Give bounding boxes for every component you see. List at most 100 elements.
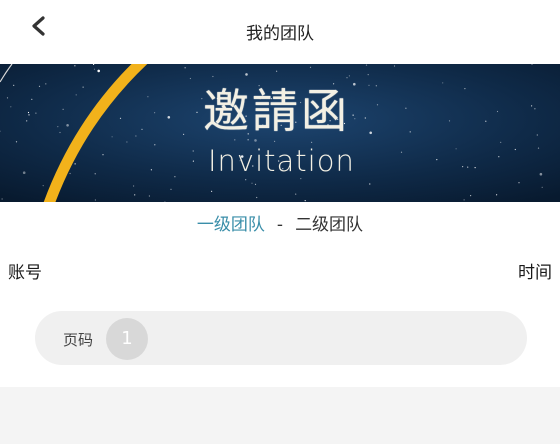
star (405, 107, 407, 109)
star (276, 70, 278, 72)
star (346, 77, 348, 79)
star (134, 194, 136, 196)
star (135, 135, 137, 137)
star (309, 66, 312, 68)
page-title: 我的团队 (246, 24, 314, 44)
star (247, 139, 249, 141)
star (393, 65, 396, 67)
star (94, 199, 96, 201)
star (514, 148, 516, 151)
star (31, 98, 33, 100)
star (184, 67, 186, 69)
star (354, 118, 356, 120)
star (1, 198, 3, 200)
star (485, 120, 487, 122)
star (498, 156, 500, 158)
star (150, 169, 152, 171)
star (537, 147, 540, 149)
tab-level-two-team[interactable]: 二级团队 (295, 215, 363, 235)
star (62, 108, 64, 110)
star (42, 185, 44, 187)
star (256, 196, 258, 199)
star (189, 77, 191, 80)
star (74, 163, 76, 165)
pagination-label: 页码 (63, 331, 94, 349)
star (436, 159, 438, 161)
star (376, 104, 379, 106)
star (82, 86, 84, 88)
star (27, 111, 30, 114)
star (74, 65, 76, 67)
star (539, 172, 543, 176)
star (141, 128, 143, 130)
star (93, 68, 96, 70)
star (183, 133, 185, 135)
star (353, 82, 356, 86)
star (170, 188, 172, 190)
star (448, 120, 451, 122)
star (212, 75, 214, 78)
star (26, 120, 28, 122)
star (245, 73, 248, 76)
star (534, 108, 536, 110)
star (274, 140, 276, 142)
star (147, 96, 149, 98)
star (369, 131, 373, 135)
star (6, 97, 9, 99)
star (474, 167, 476, 169)
star (518, 182, 520, 184)
star (462, 166, 464, 168)
star (154, 144, 156, 146)
star (174, 176, 176, 178)
star (15, 141, 18, 143)
star (45, 83, 47, 85)
star (211, 190, 213, 192)
star (75, 94, 77, 96)
team-level-tabs: 一级团队 - 二级团队 (0, 214, 560, 236)
star (500, 141, 502, 143)
star (311, 141, 313, 143)
tab-separator: - (276, 215, 284, 235)
star (111, 136, 113, 138)
star (94, 173, 96, 175)
star (192, 160, 194, 162)
banner-title-chinese: 邀請函 (203, 84, 350, 138)
star (536, 134, 538, 136)
star (251, 182, 253, 184)
star (442, 82, 444, 84)
header-bar: 我的团队 (0, 0, 560, 64)
star (35, 112, 37, 114)
star (57, 126, 59, 128)
star (496, 110, 499, 113)
star (245, 179, 247, 181)
star (38, 85, 41, 87)
star (192, 150, 194, 152)
page-number-button[interactable]: 1 (106, 318, 148, 360)
star (254, 139, 257, 142)
star (10, 106, 12, 108)
star (400, 151, 403, 153)
star (531, 105, 533, 107)
star (59, 131, 61, 134)
star (348, 75, 350, 77)
star (28, 114, 30, 116)
star (154, 112, 156, 114)
tab-level-one-team[interactable]: 一级团队 (197, 215, 265, 235)
star (119, 117, 122, 119)
star (464, 88, 466, 90)
star (22, 171, 26, 174)
star (13, 84, 15, 86)
star (496, 194, 498, 196)
star (133, 185, 135, 187)
star (463, 199, 465, 201)
star (69, 172, 71, 175)
star (102, 154, 104, 156)
star (97, 69, 100, 73)
star (304, 200, 306, 202)
star (368, 84, 370, 86)
star (167, 116, 171, 119)
invitation-banner: 邀請函 Invitation (0, 64, 560, 202)
star (254, 183, 257, 185)
star (367, 74, 369, 76)
star (455, 148, 457, 150)
